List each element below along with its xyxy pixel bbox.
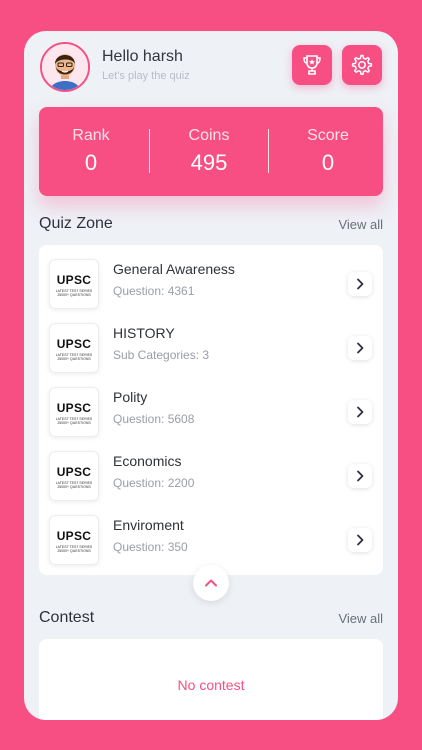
avatar-illustration [42,44,88,90]
logo-tagline: LATEST TEST SERIES 25000+ QUESTIONS [55,481,93,489]
quiz-item-history[interactable]: UPSC LATEST TEST SERIES 25000+ QUESTIONS… [39,316,383,380]
logo-text: UPSC [56,401,92,415]
quiz-item-polity[interactable]: UPSC LATEST TEST SERIES 25000+ QUESTIONS… [39,380,383,444]
stat-label: Score [307,127,349,144]
logo-tagline: LATEST TEST SERIES 25000+ QUESTIONS [55,289,93,297]
chevron-right-icon [357,406,364,418]
logo-text: UPSC [56,465,92,479]
greeting: Hello harsh [102,48,183,65]
logo-tagline: LATEST TEST SERIES 25000+ QUESTIONS [55,417,93,425]
upsc-logo: UPSC LATEST TEST SERIES 25000+ QUESTIONS [49,387,99,437]
stat-label: Coins [188,127,230,144]
quiz-item-name: General Awareness [113,261,235,277]
upsc-logo: UPSC LATEST TEST SERIES 25000+ QUESTIONS [49,323,99,373]
gear-icon [351,54,373,76]
header: Hello harsh Let's play the quiz [24,31,398,103]
quiz-item-name: Economics [113,453,182,469]
app-screen: Hello harsh Let's play the quiz Rank 0 C… [24,31,398,720]
upsc-logo: UPSC LATEST TEST SERIES 25000+ QUESTIONS [49,451,99,501]
avatar[interactable] [40,42,90,92]
stat-label: Rank [72,127,110,144]
logo-text: UPSC [56,337,92,351]
stat-value: 0 [84,150,98,175]
stat-divider [268,129,269,173]
quiz-item-name: Enviroment [113,517,184,533]
upsc-logo: UPSC LATEST TEST SERIES 25000+ QUESTIONS [49,259,99,309]
chevron-up-icon [205,579,217,587]
quiz-item-meta: Question: 4361 [113,284,195,298]
collapse-button[interactable] [193,565,229,601]
quiz-zone-list: UPSC LATEST TEST SERIES 25000+ QUESTIONS… [39,245,383,575]
open-button[interactable] [348,336,372,360]
quiz-item-general-awareness[interactable]: UPSC LATEST TEST SERIES 25000+ QUESTIONS… [39,252,383,316]
stat-value: 495 [190,150,228,175]
settings-button[interactable] [342,45,382,85]
stat-rank: Rank 0 [39,107,143,196]
chevron-right-icon [357,470,364,482]
stat-score: Score 0 [276,107,380,196]
quiz-item-name: Polity [113,389,148,405]
quiz-item-meta: Sub Categories: 3 [113,348,210,362]
open-button[interactable] [348,464,372,488]
quiz-item-meta: Question: 5608 [113,412,195,426]
stats-card: Rank 0 Coins 495 Score 0 [39,107,383,196]
trophy-icon [303,55,321,75]
upsc-logo: UPSC LATEST TEST SERIES 25000+ QUESTIONS [49,515,99,565]
open-button[interactable] [348,528,372,552]
logo-tagline: LATEST TEST SERIES 25000+ QUESTIONS [55,545,93,553]
quiz-item-meta: Question: 350 [113,540,188,554]
logo-tagline: LATEST TEST SERIES 25000+ QUESTIONS [55,353,93,361]
quiz-item-meta: Question: 2200 [113,476,195,490]
leaderboard-button[interactable] [292,45,332,85]
open-button[interactable] [348,272,372,296]
contest-card: No contest [39,639,383,720]
chevron-right-icon [357,278,364,290]
greeting-subtitle: Let's play the quiz [102,70,190,82]
quiz-zone-title: Quiz Zone [39,215,113,232]
chevron-right-icon [357,342,364,354]
quiz-zone-view-all-link[interactable]: View all [338,217,383,232]
contest-title: Contest [39,609,95,626]
logo-text: UPSC [56,273,92,287]
logo-text: UPSC [56,529,92,543]
contest-view-all-link[interactable]: View all [338,611,383,626]
empty-state-text: No contest [177,677,245,693]
chevron-right-icon [357,534,364,546]
quiz-item-economics[interactable]: UPSC LATEST TEST SERIES 25000+ QUESTIONS… [39,444,383,508]
stat-divider [149,129,150,173]
quiz-item-enviroment[interactable]: UPSC LATEST TEST SERIES 25000+ QUESTIONS… [39,508,383,572]
quiz-item-name: HISTORY [113,325,175,341]
stat-value: 0 [321,150,335,175]
stat-coins: Coins 495 [157,107,261,196]
open-button[interactable] [348,400,372,424]
